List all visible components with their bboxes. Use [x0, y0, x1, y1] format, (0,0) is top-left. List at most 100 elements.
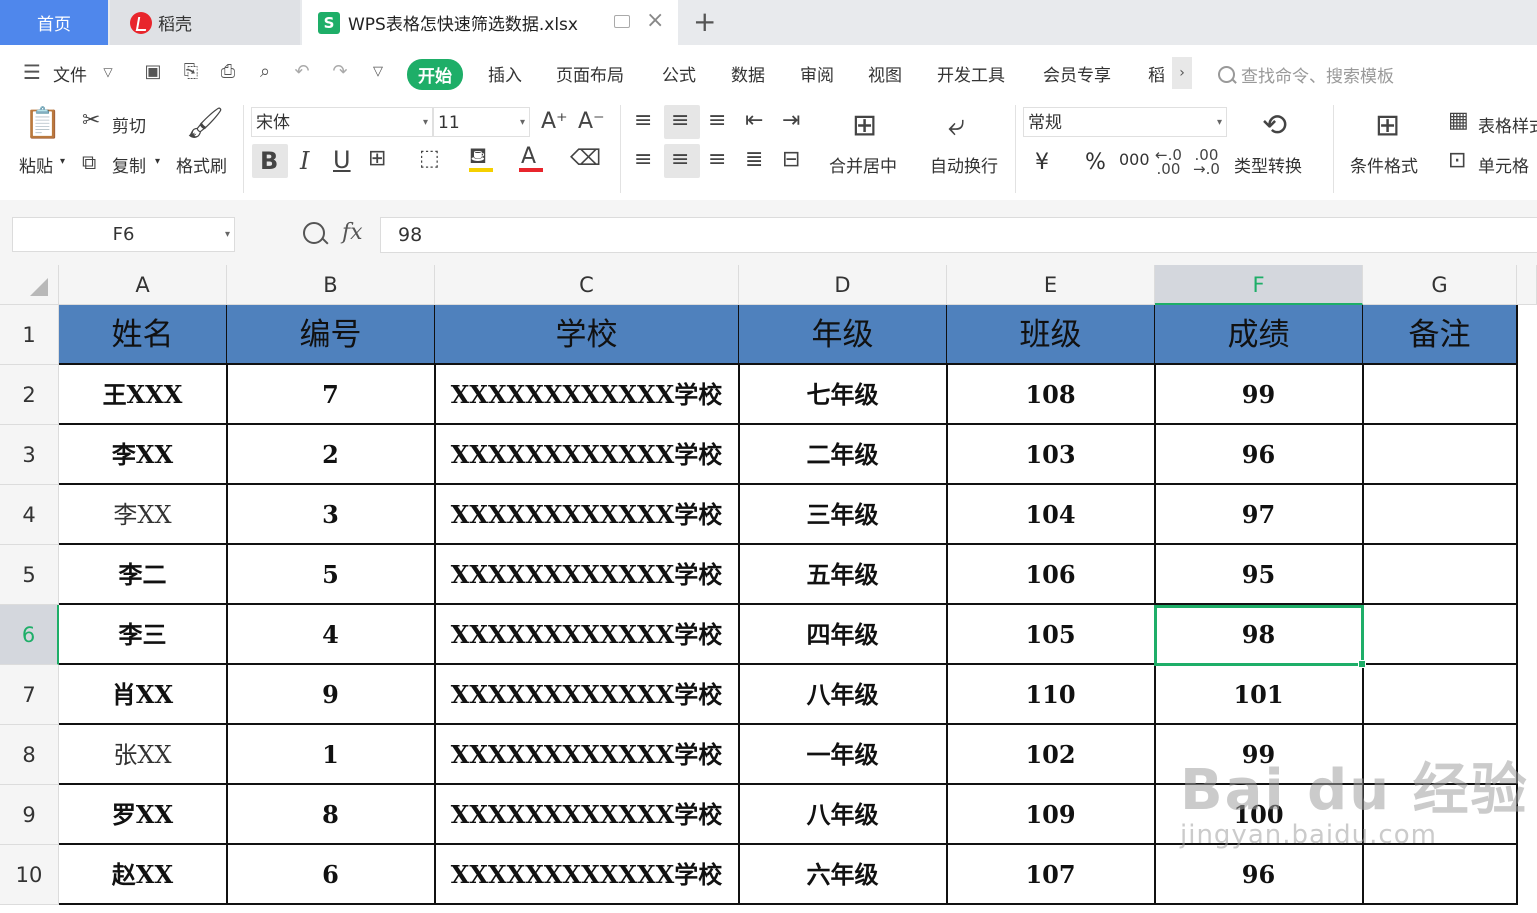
- cell-c7[interactable]: XXXXXXXXXXXX学校: [435, 665, 740, 725]
- header-cell-e[interactable]: 班级: [947, 305, 1156, 365]
- column-header-c[interactable]: C: [435, 265, 739, 305]
- column-header-d[interactable]: D: [739, 265, 947, 305]
- menu-review[interactable]: 审阅: [800, 61, 834, 86]
- column-header-b[interactable]: B: [227, 265, 435, 305]
- cell-b2[interactable]: 7: [227, 365, 436, 425]
- align-center-icon[interactable]: ≡: [671, 147, 689, 172]
- eraser-icon[interactable]: ⌫: [570, 146, 601, 171]
- percent-icon[interactable]: %: [1085, 150, 1106, 175]
- cell-g7[interactable]: [1363, 665, 1518, 725]
- cell-e8[interactable]: 102: [947, 725, 1156, 785]
- fill-pattern-icon[interactable]: ⬚: [419, 146, 440, 171]
- cell-e10[interactable]: 107: [947, 845, 1156, 905]
- menu-view[interactable]: 视图: [868, 61, 902, 86]
- column-header-g[interactable]: G: [1363, 265, 1517, 305]
- menu-daoke[interactable]: 稻: [1148, 61, 1165, 86]
- column-header-e[interactable]: E: [947, 265, 1155, 305]
- cell-b3[interactable]: 2: [227, 425, 436, 485]
- insert-function-icon[interactable]: fx: [342, 220, 363, 245]
- cell-e3[interactable]: 103: [947, 425, 1156, 485]
- cell-e6[interactable]: 105: [947, 605, 1156, 665]
- cell-f2[interactable]: 99: [1155, 365, 1364, 425]
- menu-page-layout[interactable]: 页面布局: [556, 61, 624, 86]
- menu-file[interactable]: 文件: [53, 61, 87, 86]
- cell-d7[interactable]: 八年级: [739, 665, 948, 725]
- align-right-icon[interactable]: ≡: [708, 147, 726, 172]
- cell-c9[interactable]: XXXXXXXXXXXX学校: [435, 785, 740, 845]
- menu-formulas[interactable]: 公式: [662, 61, 696, 86]
- merge-center-icon[interactable]: ⊞: [852, 108, 877, 143]
- cell-style-icon[interactable]: ⊡: [1448, 148, 1466, 173]
- cell-d3[interactable]: 二年级: [739, 425, 948, 485]
- cell-c2[interactable]: XXXXXXXXXXXX学校: [435, 365, 740, 425]
- cell-d10[interactable]: 六年级: [739, 845, 948, 905]
- align-top-icon[interactable]: ≡: [634, 108, 652, 133]
- cell-a5[interactable]: 李二: [59, 545, 228, 605]
- cell-g2[interactable]: [1363, 365, 1518, 425]
- row-header-6[interactable]: 6: [0, 605, 59, 665]
- tab-home[interactable]: 首页: [0, 0, 108, 45]
- close-icon[interactable]: ×: [646, 8, 664, 33]
- export-icon[interactable]: ⎘: [181, 62, 201, 82]
- cell-d8[interactable]: 一年级: [739, 725, 948, 785]
- cell-a9[interactable]: 罗XX: [59, 785, 228, 845]
- increase-indent-icon[interactable]: ⇥: [782, 108, 800, 133]
- menu-developer[interactable]: 开发工具: [937, 61, 1005, 86]
- row-header-3[interactable]: 3: [0, 425, 59, 485]
- wrap-text-icon[interactable]: ⤶: [948, 108, 965, 143]
- distributed-icon[interactable]: ⊟: [782, 147, 800, 172]
- cell-a7[interactable]: 肖XX: [59, 665, 228, 725]
- cell-g6[interactable]: [1363, 605, 1518, 665]
- chevron-down-icon[interactable]: ▽: [98, 62, 118, 82]
- cell-d9[interactable]: 八年级: [739, 785, 948, 845]
- menu-insert[interactable]: 插入: [488, 61, 522, 86]
- cell-a8[interactable]: 张XX: [59, 725, 228, 785]
- cell-e9[interactable]: 109: [947, 785, 1156, 845]
- scissors-icon[interactable]: ✂: [82, 108, 100, 133]
- cell-f9[interactable]: 100: [1155, 785, 1364, 845]
- paste-dropdown-icon[interactable]: ▾: [60, 156, 65, 167]
- decrease-font-icon[interactable]: A⁻: [578, 109, 605, 134]
- save-icon[interactable]: ▣: [143, 62, 163, 82]
- row-header-2[interactable]: 2: [0, 365, 59, 425]
- align-left-icon[interactable]: ≡: [634, 147, 652, 172]
- underline-icon[interactable]: U: [333, 146, 351, 174]
- tab-daoke[interactable]: 稻壳: [110, 0, 300, 45]
- font-name-select[interactable]: 宋体 ▾: [251, 107, 433, 137]
- cell-b7[interactable]: 9: [227, 665, 436, 725]
- command-search[interactable]: 查找命令、搜索模板: [1218, 62, 1394, 87]
- print-preview-icon[interactable]: ⌕: [255, 62, 275, 82]
- font-color-icon[interactable]: A: [521, 144, 536, 169]
- new-tab-plus-icon[interactable]: +: [693, 5, 716, 38]
- copy-dropdown-icon[interactable]: ▾: [155, 156, 160, 167]
- cell-f3[interactable]: 96: [1155, 425, 1364, 485]
- undo-icon[interactable]: ↶: [292, 62, 312, 82]
- cell-c3[interactable]: XXXXXXXXXXXX学校: [435, 425, 740, 485]
- print-icon[interactable]: ⎙: [218, 62, 238, 82]
- cell-f7[interactable]: 101: [1155, 665, 1364, 725]
- row-header-10[interactable]: 10: [0, 845, 59, 905]
- decrease-decimal-icon[interactable]: .00 →.0: [1193, 148, 1220, 177]
- borders-icon[interactable]: ⊞: [368, 146, 386, 171]
- name-box[interactable]: F6 ▾: [12, 217, 235, 252]
- cell-c4[interactable]: XXXXXXXXXXXX学校: [435, 485, 740, 545]
- table-style-icon[interactable]: ▦: [1448, 108, 1469, 133]
- cell-e4[interactable]: 104: [947, 485, 1156, 545]
- increase-decimal-icon[interactable]: ←.0.00: [1155, 148, 1182, 177]
- cell-b10[interactable]: 6: [227, 845, 436, 905]
- currency-icon[interactable]: ¥: [1035, 150, 1049, 175]
- cell-g10[interactable]: [1363, 845, 1518, 905]
- merge-center-button[interactable]: 合并居中: [829, 152, 897, 177]
- conditional-format-button[interactable]: 条件格式: [1350, 152, 1418, 177]
- cell-f4[interactable]: 97: [1155, 485, 1364, 545]
- menu-home[interactable]: 开始: [407, 59, 463, 90]
- format-painter-button[interactable]: 格式刷: [176, 152, 227, 177]
- italic-icon[interactable]: I: [300, 147, 309, 175]
- row-header-7[interactable]: 7: [0, 665, 59, 725]
- cell-e7[interactable]: 110: [947, 665, 1156, 725]
- row-header-8[interactable]: 8: [0, 725, 59, 785]
- cell-f8[interactable]: 99: [1155, 725, 1364, 785]
- table-style-button[interactable]: 表格样式: [1478, 112, 1537, 137]
- cell-style-button[interactable]: 单元格: [1478, 152, 1529, 177]
- bold-icon[interactable]: B: [260, 147, 278, 175]
